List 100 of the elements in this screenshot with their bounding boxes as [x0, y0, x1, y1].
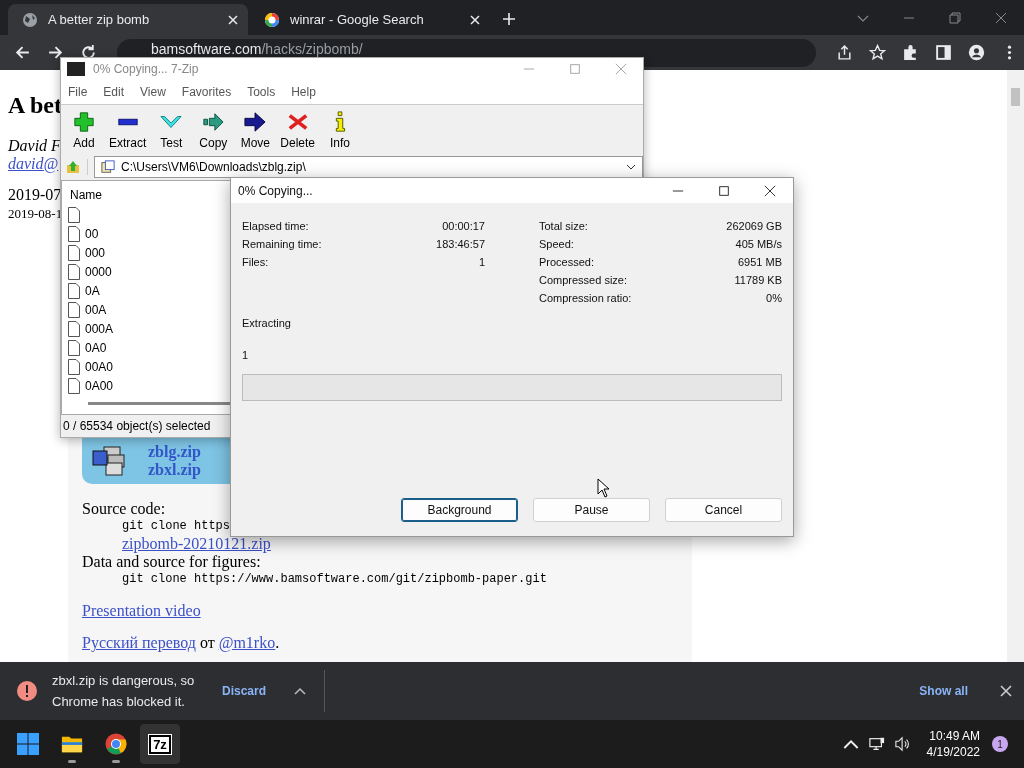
- new-tab-icon[interactable]: [502, 12, 516, 26]
- globe-icon: [22, 11, 38, 28]
- clock-date[interactable]: 4/19/2022: [926, 744, 980, 760]
- file-name[interactable]: 00A: [85, 302, 107, 317]
- file-name[interactable]: 000: [85, 245, 106, 260]
- maximize-icon[interactable]: [718, 184, 730, 197]
- close-tab-icon[interactable]: [470, 14, 480, 25]
- toolbar-button[interactable]: Extract: [107, 110, 149, 150]
- email-link[interactable]: david@: [8, 155, 59, 173]
- file-icon: [68, 377, 80, 394]
- taskbar-app[interactable]: 7z: [140, 724, 180, 764]
- source-label: Source code:: [82, 500, 166, 518]
- file-icon: [68, 225, 80, 242]
- stat-value: 262069 GB: [726, 220, 782, 232]
- archive-icon: [101, 160, 115, 174]
- file-icon: [68, 358, 80, 375]
- stat-label: Speed:: [539, 238, 574, 250]
- stat-value: 1: [478, 256, 485, 268]
- browser-tab[interactable]: winrar - Google Search: [250, 4, 490, 35]
- date-text: 2019-07: [8, 186, 62, 204]
- restore-icon[interactable]: [948, 11, 962, 25]
- arrow-icon: [200, 110, 227, 133]
- google-icon: [264, 11, 280, 28]
- file-icon: [68, 301, 80, 318]
- toolbar-button[interactable]: Info: [321, 110, 360, 150]
- back-icon[interactable]: [14, 44, 31, 61]
- dialog-title: 0% Copying...: [238, 183, 313, 198]
- side-panel-icon[interactable]: [935, 44, 952, 61]
- stat-value: 405 MB/s: [735, 238, 782, 250]
- stat-label: Remaining time:: [242, 238, 322, 250]
- menu-item[interactable]: Favorites: [181, 85, 232, 99]
- file-name[interactable]: 0A00: [85, 378, 114, 393]
- source-zip-link[interactable]: zipbomb-20210121.zip: [122, 535, 271, 553]
- network-icon[interactable]: [868, 736, 885, 752]
- close-tab-icon[interactable]: [228, 14, 238, 25]
- toolbar-button[interactable]: Move: [236, 110, 275, 150]
- dialog-button[interactable]: Cancel: [665, 498, 782, 522]
- date-text: 2019-08-1: [8, 206, 63, 222]
- page-heading: A bet: [8, 92, 62, 119]
- stat-label: Processed:: [539, 256, 595, 268]
- toolbar-button[interactable]: Test: [152, 110, 191, 150]
- menu-item[interactable]: Edit: [103, 85, 125, 99]
- browser-tab[interactable]: A better zip bomb: [8, 4, 248, 35]
- file-name[interactable]: 0A0: [85, 340, 107, 355]
- scrollbar[interactable]: [1007, 70, 1024, 662]
- clock-time[interactable]: 10:49 AM: [929, 728, 980, 744]
- file-name[interactable]: 0A: [85, 283, 100, 298]
- menu-item[interactable]: View: [140, 85, 166, 99]
- toolbar-button[interactable]: Add: [65, 110, 103, 150]
- git-command: git clone https: [121, 518, 231, 535]
- puzzle-icon[interactable]: [902, 44, 919, 61]
- close-icon[interactable]: [764, 184, 776, 197]
- file-icon: [68, 282, 80, 299]
- discard-button[interactable]: Discard: [216, 680, 273, 702]
- git-command: git clone https://www.bamsoftware.com/git/zipbomb-paper.git: [121, 571, 547, 588]
- file-name[interactable]: 0000: [85, 264, 112, 279]
- translation-note: Русский перевод от @m1rko.: [82, 634, 280, 652]
- profile-icon[interactable]: [968, 44, 985, 61]
- file-icon: [68, 263, 80, 280]
- plus-icon: [71, 110, 97, 133]
- menu-item[interactable]: Tools: [247, 85, 276, 99]
- stat-label: Files:: [242, 256, 269, 268]
- stat-value: 183:46:57: [436, 238, 485, 250]
- download-warning-text: zbxl.zip is dangerous, so Chrome has blocked it.: [52, 672, 196, 711]
- file-icon: [68, 244, 80, 261]
- dialog-button[interactable]: Pause: [533, 498, 650, 522]
- file-name[interactable]: 00A0: [85, 359, 114, 374]
- stat-label: Elapsed time:: [242, 220, 309, 232]
- stat-value: 0%: [766, 292, 782, 304]
- forward-icon[interactable]: [47, 44, 64, 61]
- stat-label: Compressed size:: [539, 274, 628, 286]
- zip-file-icon: [92, 445, 128, 477]
- windows-logo-icon: [17, 733, 39, 755]
- menu-item[interactable]: Help: [291, 85, 316, 99]
- stat-value: 6951 MB: [737, 256, 782, 268]
- column-header[interactable]: Name: [68, 181, 220, 205]
- toolbar-button[interactable]: Delete: [278, 110, 318, 150]
- figures-label: Data and source for figures:: [82, 553, 261, 571]
- file-name[interactable]: 000A: [85, 321, 114, 336]
- notification-badge[interactable]: 1: [992, 736, 1008, 752]
- toolbar-button[interactable]: Copy: [194, 110, 233, 150]
- current-file-text: 1: [242, 349, 250, 361]
- volume-icon[interactable]: [894, 736, 911, 752]
- dialog-button[interactable]: Background: [401, 498, 518, 522]
- translation-link[interactable]: Русский перевод: [82, 634, 196, 652]
- browser-icon: [105, 733, 127, 755]
- dropdown-caret-icon: [626, 164, 636, 170]
- stat-label: Total size:: [539, 220, 588, 232]
- stat-value: 00:00:17: [442, 220, 485, 232]
- menu-item[interactable]: File: [68, 85, 88, 99]
- show-all-button[interactable]: Show all: [913, 680, 974, 702]
- star-icon[interactable]: [869, 44, 886, 61]
- video-link[interactable]: Presentation video: [82, 602, 201, 620]
- status-text: 0 / 65534 object(s) selected: [63, 419, 211, 433]
- mouse-cursor-icon: [597, 478, 609, 498]
- file-name[interactable]: 00: [85, 226, 99, 241]
- caret-icon[interactable]: [294, 687, 307, 695]
- stat-value: 11789 KB: [734, 274, 782, 286]
- share-icon[interactable]: [836, 44, 853, 61]
- path-field[interactable]: C:\Users\VM6\Downloads\zblg.zip\: [94, 156, 643, 178]
